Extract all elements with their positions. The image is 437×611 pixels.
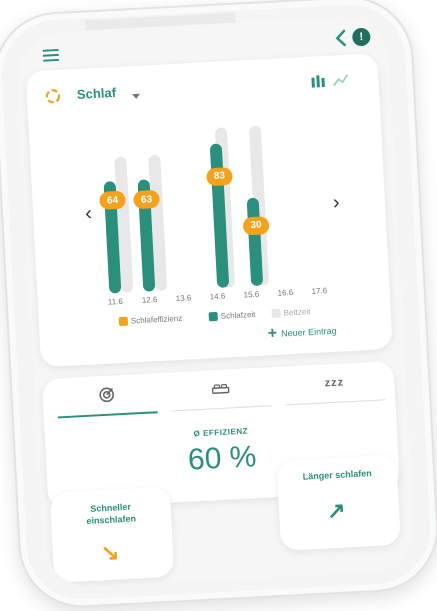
chart-card: Schlaf ‹ › 64 63 83 30 11.6 12.6 13.6 14.6 15.6… — [25, 53, 393, 368]
schlafeffizienz-badge[interactable]: 30 — [242, 216, 270, 236]
app-screen: ! Schlaf ‹ › 64 63 83 30 11.6 12.6 13.6 14.6 15… — [15, 14, 417, 590]
new-entry-label: Neuer Eintrag — [280, 325, 337, 339]
x-tick-label: 13.6 — [175, 293, 192, 304]
chart-title[interactable]: Schlaf — [77, 85, 117, 102]
x-tick-label: 11.6 — [107, 296, 124, 307]
sleep-zzz-icon: zzz — [324, 376, 345, 390]
tab-sleep[interactable]: zzz — [283, 361, 386, 406]
x-tick-label: 14.6 — [209, 291, 226, 302]
arrow-down-right-icon: ↘ — [100, 539, 121, 566]
legend-label-schlafeffizienz: Schlafeffizienz — [130, 313, 183, 326]
chevron-left-icon[interactable] — [334, 29, 349, 48]
tab-efficiency[interactable] — [55, 373, 158, 419]
action-label-faster-sleep: Schneller einschlafen — [86, 501, 137, 527]
chart-plot-area: 64 63 83 30 — [98, 106, 337, 294]
chart-prev-button[interactable]: ‹ — [85, 202, 93, 225]
phone-frame: ! Schlaf ‹ › 64 63 83 30 11.6 12.6 13.6 14.6 15… — [0, 0, 437, 611]
legend-swatch-schlafzeit — [208, 311, 218, 322]
alert-symbol: ! — [359, 30, 364, 44]
alert-badge-icon[interactable]: ! — [351, 27, 371, 47]
sync-circle-icon[interactable] — [45, 88, 62, 105]
action-label-longer-sleep: Länger schlafen — [302, 468, 372, 482]
legend-label-bettzeit: Bettzeit — [283, 307, 311, 318]
chevron-down-icon[interactable] — [131, 88, 141, 99]
action-card-longer-sleep[interactable]: Länger schlafen ↗ — [276, 454, 401, 551]
x-tick-label: 17.6 — [311, 286, 328, 296]
x-tick-label: 16.6 — [277, 287, 294, 298]
legend-swatch-bettzeit — [271, 308, 281, 319]
schlafeffizienz-badge[interactable]: 64 — [99, 190, 126, 210]
plus-icon: + — [267, 324, 278, 343]
schlafeffizienz-badge[interactable]: 63 — [133, 189, 160, 210]
x-tick-label: 15.6 — [243, 289, 260, 300]
hamburger-menu-icon[interactable] — [42, 48, 60, 62]
x-tick-label: 12.6 — [141, 295, 158, 305]
new-entry-button[interactable]: + Neuer Eintrag — [267, 322, 337, 344]
tab-bed[interactable] — [169, 367, 272, 412]
legend-swatch-schlafeffizienz — [118, 316, 129, 327]
schlafeffizienz-badge[interactable]: 83 — [205, 166, 233, 186]
bar-chart-icon[interactable] — [310, 74, 327, 89]
bed-icon — [211, 384, 230, 394]
line-chart-icon[interactable] — [332, 73, 349, 88]
action-card-faster-sleep[interactable]: Schneller einschlafen ↘ — [49, 486, 175, 583]
legend-label-schlafzeit: Schlafzeit — [220, 309, 256, 321]
arrow-up-right-icon: ↗ — [326, 497, 347, 524]
chart-next-button[interactable]: › — [332, 191, 340, 214]
efficiency-target-icon — [99, 387, 115, 403]
